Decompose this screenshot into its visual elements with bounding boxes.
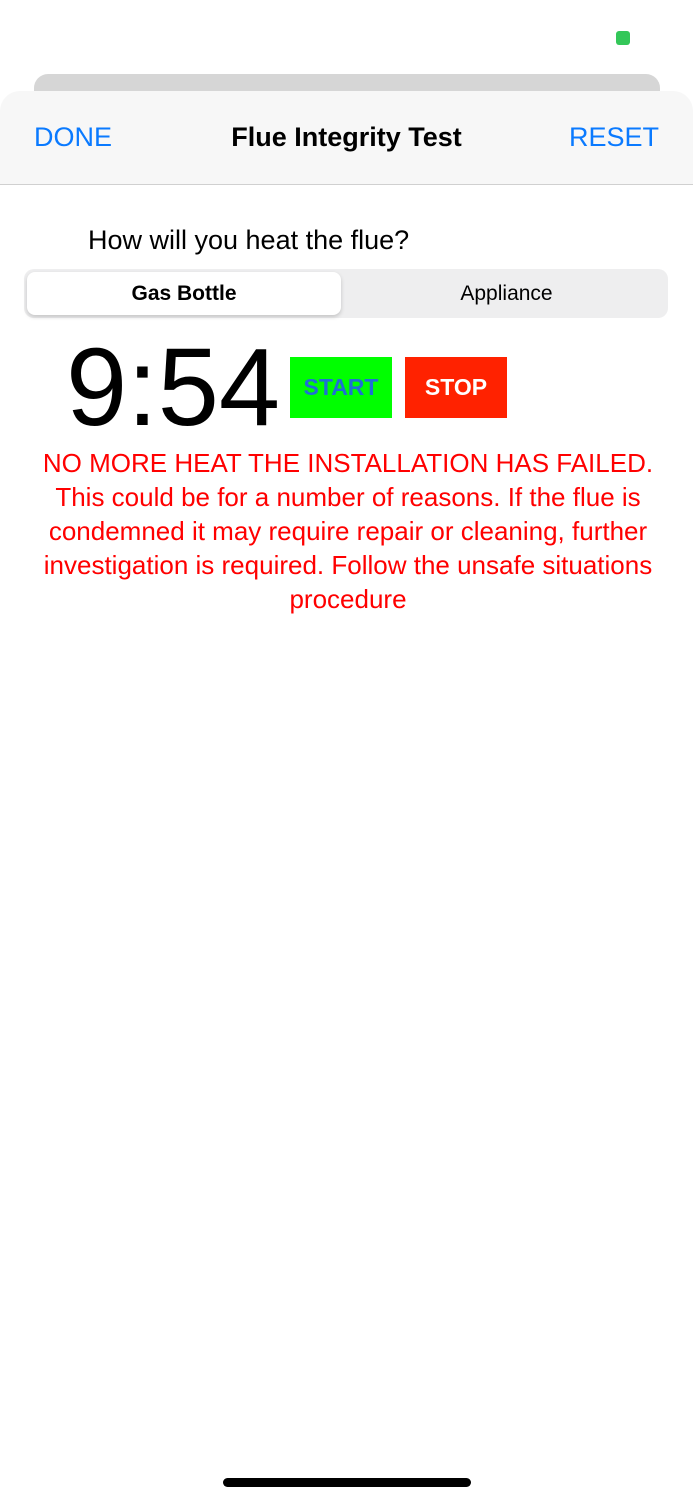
- navigation-bar: DONE Flue Integrity Test RESET: [0, 91, 693, 185]
- failure-message: NO MORE HEAT THE INSTALLATION HAS FAILED…: [42, 448, 654, 614]
- stop-button[interactable]: STOP: [405, 357, 507, 418]
- countdown-timer: 9:54: [66, 326, 281, 449]
- heat-source-question: How will you heat the flue?: [88, 225, 410, 255]
- heat-source-segmented-control: Gas Bottle Appliance: [24, 269, 668, 318]
- segment-gas-bottle[interactable]: Gas Bottle: [27, 272, 341, 315]
- status-bar: [0, 0, 693, 70]
- start-button[interactable]: START: [290, 357, 392, 418]
- done-button[interactable]: DONE: [34, 121, 112, 153]
- modal-sheet: DONE Flue Integrity Test RESET How will …: [0, 91, 693, 1500]
- home-indicator[interactable]: [223, 1478, 471, 1487]
- segment-appliance[interactable]: Appliance: [348, 272, 665, 315]
- reset-button[interactable]: RESET: [569, 121, 659, 153]
- status-indicator-icon: [616, 31, 630, 45]
